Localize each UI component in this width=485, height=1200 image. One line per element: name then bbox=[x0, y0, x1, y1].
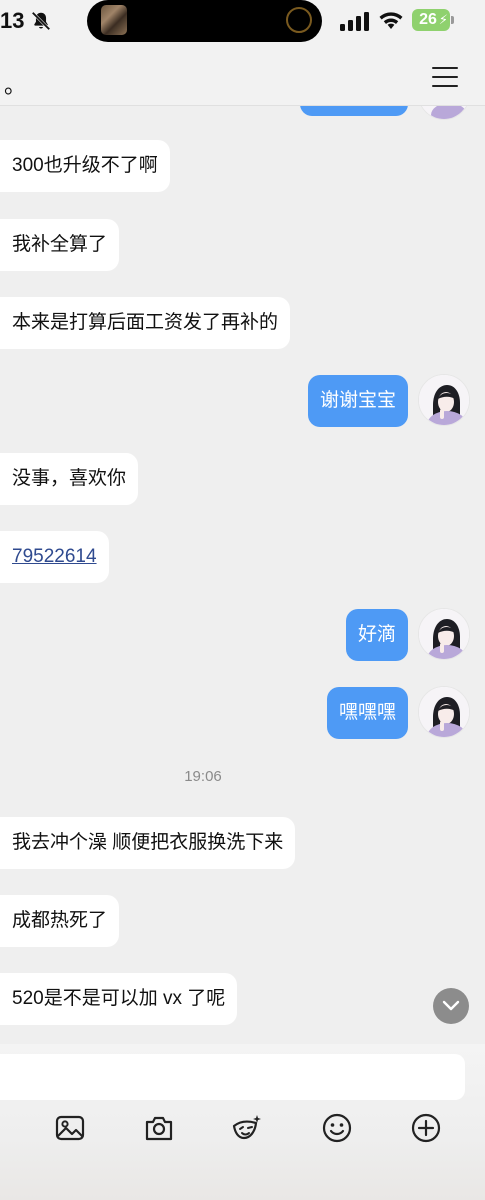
message-bubble-incoming[interactable]: 本来是打算后面工资发了再补的 bbox=[0, 297, 291, 349]
message-bubble-incoming[interactable]: 79522614 bbox=[0, 531, 109, 583]
message-text: 没事，喜欢你 bbox=[12, 468, 127, 489]
sticker-icon[interactable] bbox=[231, 1112, 263, 1144]
message-bubble-incoming[interactable]: 520是不是可以加 vx 了呢 bbox=[0, 973, 238, 1025]
message-text: 本来是打算后面工资发了再补的 bbox=[12, 312, 279, 333]
message-bubble-incoming[interactable]: 没事，喜欢你 bbox=[0, 453, 139, 505]
image-icon[interactable] bbox=[54, 1112, 86, 1144]
message-bubble-incoming[interactable]: 我去冲个澡 顺便把衣服换洗下来 bbox=[0, 817, 296, 869]
message-bubble-outgoing[interactable]: 嘿嘿嘿 bbox=[326, 687, 408, 739]
plus-icon[interactable] bbox=[410, 1112, 442, 1144]
message-text: 我补全算了 bbox=[12, 234, 108, 255]
message-bubble-incoming[interactable]: 我补全算了 bbox=[0, 219, 120, 271]
message-bubble-outgoing[interactable]: 好滴 bbox=[345, 609, 408, 661]
chat-header: 。 bbox=[0, 44, 485, 106]
now-playing-artwork[interactable] bbox=[101, 5, 127, 35]
avatar-illustration-icon bbox=[419, 687, 469, 737]
message-text: 谢谢宝宝 bbox=[319, 390, 396, 411]
camera-icon[interactable] bbox=[143, 1112, 175, 1144]
self-avatar[interactable] bbox=[418, 608, 470, 660]
message-bubble-incoming[interactable]: 成都热死了 bbox=[0, 895, 120, 947]
cellular-signal-icon bbox=[340, 12, 369, 31]
avatar-illustration-icon bbox=[419, 106, 469, 119]
message-text: 嘿嘿嘿 bbox=[338, 702, 396, 723]
emoji-icon[interactable] bbox=[321, 1112, 353, 1144]
charging-bolt-icon: ⚡ bbox=[438, 12, 448, 27]
status-time: 13 bbox=[0, 8, 25, 33]
message-text: 好滴 bbox=[357, 624, 396, 645]
message-bubble-outgoing-partial[interactable] bbox=[300, 106, 408, 116]
self-avatar[interactable] bbox=[418, 106, 470, 120]
battery-indicator: 26 ⚡ bbox=[412, 9, 450, 31]
message-text: 300也升级不了啊 bbox=[12, 155, 158, 176]
self-avatar[interactable] bbox=[418, 374, 470, 426]
message-input[interactable] bbox=[0, 1054, 465, 1100]
message-list[interactable]: 300也升级不了啊 我补全算了 本来是打算后面工资发了再补的 谢谢宝宝 没事，喜… bbox=[0, 106, 485, 1044]
chat-title: 。 bbox=[4, 73, 27, 98]
composer bbox=[0, 1044, 485, 1200]
message-text: 我去冲个澡 顺便把衣服换洗下来 bbox=[12, 832, 284, 853]
avatar-illustration-icon bbox=[419, 609, 469, 659]
phone-number-link[interactable]: 79522614 bbox=[12, 546, 97, 567]
avatar-illustration-icon bbox=[419, 375, 469, 425]
battery-level: 26 bbox=[419, 11, 437, 28]
scroll-to-bottom-button[interactable] bbox=[433, 988, 469, 1024]
message-text: 520是不是可以加 vx 了呢 bbox=[12, 988, 226, 1009]
message-text: 成都热死了 bbox=[12, 910, 108, 931]
status-bar: 13 26 ⚡ bbox=[0, 0, 485, 44]
message-timestamp: 19:06 bbox=[184, 768, 222, 785]
bell-off-icon bbox=[31, 11, 51, 31]
activity-ring-icon bbox=[286, 7, 312, 33]
menu-icon[interactable] bbox=[432, 67, 458, 89]
message-bubble-outgoing[interactable]: 谢谢宝宝 bbox=[307, 375, 408, 427]
message-bubble-incoming[interactable]: 300也升级不了啊 bbox=[0, 140, 170, 192]
wifi-icon bbox=[379, 12, 403, 29]
battery-cap bbox=[451, 16, 454, 24]
self-avatar[interactable] bbox=[418, 686, 470, 738]
dynamic-island[interactable] bbox=[87, 0, 322, 42]
chevron-down-icon bbox=[442, 1000, 460, 1011]
